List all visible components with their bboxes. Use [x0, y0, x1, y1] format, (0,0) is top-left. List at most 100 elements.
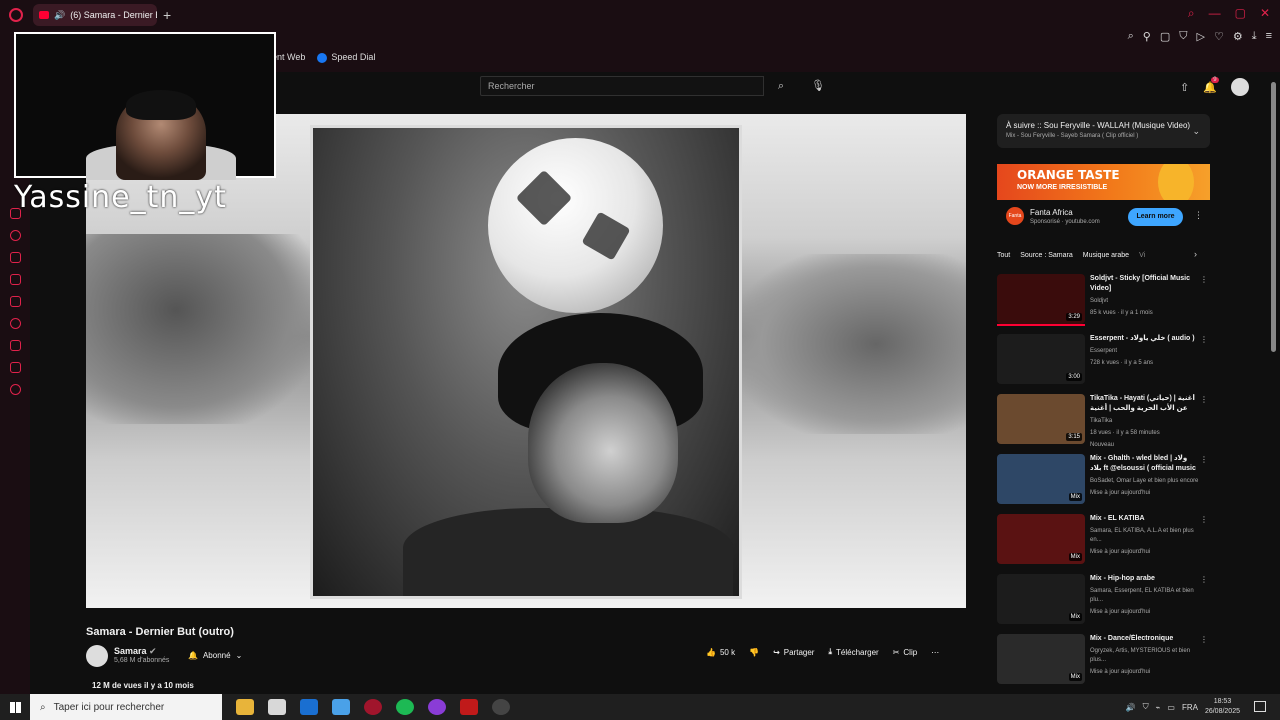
dislike-button[interactable]: 👎	[749, 648, 759, 657]
video-app-icon[interactable]	[460, 699, 478, 715]
sidebar-history-icon[interactable]	[10, 252, 21, 263]
scrollbar[interactable]	[1270, 72, 1278, 692]
channel-avatar[interactable]	[86, 645, 108, 667]
network-icon[interactable]: ⌁	[1156, 703, 1161, 712]
view-count-date[interactable]: 12 M de vues il y a 10 mois	[92, 681, 194, 690]
channel-name[interactable]: Samara ✔	[114, 646, 157, 657]
clip-button[interactable]: ✂ Clip	[893, 648, 917, 657]
advertiser-name[interactable]: Fanta Africa	[1030, 208, 1100, 217]
bookmark-web[interactable]: ent Web	[272, 52, 305, 62]
language-indicator[interactable]: FRA	[1182, 703, 1198, 712]
more-options-icon[interactable]: ⋮	[1200, 515, 1208, 524]
start-button[interactable]	[0, 694, 30, 720]
recommendation-thumbnail[interactable]: 3:00	[997, 334, 1085, 384]
ad-banner[interactable]: ORANGE TASTE NOW MORE IRRESISTIBLE	[997, 164, 1210, 200]
pin-icon[interactable]: ⚲	[1143, 30, 1151, 43]
menu-icon[interactable]: ≡	[1266, 30, 1272, 43]
share-button[interactable]: ↪ Partager	[773, 648, 814, 657]
taskbar-search[interactable]: ⌕ Taper ici pour rechercher	[30, 694, 222, 720]
obs-icon[interactable]	[492, 699, 510, 715]
chip-arabic-music[interactable]: Musique arabe	[1083, 252, 1129, 259]
file-explorer-icon[interactable]	[236, 699, 254, 715]
more-options-icon[interactable]: ⋮	[1200, 275, 1208, 284]
sidebar-games-icon[interactable]	[10, 296, 21, 307]
learn-more-button[interactable]: Learn more	[1128, 208, 1183, 226]
recommendation-thumbnail[interactable]: Mix	[997, 574, 1085, 624]
opera-taskbar-icon[interactable]	[364, 699, 382, 715]
search-input[interactable]: Rechercher	[480, 76, 764, 96]
search-icon[interactable]: ⌕	[766, 76, 796, 96]
recommendation-thumbnail[interactable]: 3:15	[997, 394, 1085, 444]
download-icon[interactable]: ⤓	[1252, 30, 1257, 43]
create-icon[interactable]: ⇧	[1180, 81, 1189, 94]
clock[interactable]: 18:53 26/08/2025	[1205, 697, 1240, 717]
volume-icon[interactable]: 🔊	[1126, 703, 1136, 712]
speaker-icon[interactable]: 🔊	[54, 10, 65, 21]
notifications-icon[interactable]: 🔔 9	[1203, 76, 1219, 94]
ad-more-icon[interactable]: ⋮	[1194, 210, 1203, 221]
zoom-icon[interactable]: ⌕	[1128, 30, 1134, 43]
recommendation-item[interactable]: 3:00 Esserpent - خلي ياولاد ( audio ) Esse…	[997, 332, 1210, 392]
active-tab[interactable]: 🔊 (6) Samara - Dernier B	[33, 4, 157, 26]
chevron-down-icon[interactable]: ⌄	[1192, 126, 1200, 137]
like-button[interactable]: 👍 50 k	[706, 648, 735, 657]
bookmark-speed-dial[interactable]: Speed Dial	[317, 52, 375, 63]
sidebar-settings-icon[interactable]	[10, 384, 21, 395]
recommendation-title[interactable]: Mix - Hip-hop arabe	[1090, 574, 1200, 584]
more-actions-icon[interactable]: ⋯	[931, 648, 939, 657]
sidebar-heart-icon[interactable]	[10, 230, 21, 241]
outlook-icon[interactable]	[300, 699, 318, 715]
play-icon[interactable]: ▷	[1196, 30, 1204, 43]
recommendation-item[interactable]: 3:15 TikaTika - Hayati (حياتي) | أغنية عن…	[997, 392, 1210, 452]
battery-icon[interactable]: ▭	[1167, 703, 1175, 712]
chevron-right-icon[interactable]: ›	[1194, 249, 1197, 259]
app-icon[interactable]	[332, 699, 350, 715]
sidebar-box-icon[interactable]	[10, 362, 21, 373]
close-button[interactable]: ✕	[1260, 6, 1270, 21]
subscribe-button[interactable]: 🔔 Abonné ⌄	[180, 647, 250, 663]
notification-center-icon[interactable]	[1254, 701, 1266, 712]
recommendation-title[interactable]: Mix - Ghalth - wled bled | ولاد بلاد ft …	[1090, 454, 1200, 474]
messenger-icon[interactable]	[428, 699, 446, 715]
recommendation-thumbnail[interactable]: Mix	[997, 634, 1085, 684]
recommendation-title[interactable]: Mix - EL KATIBA	[1090, 514, 1200, 524]
shield-icon[interactable]: ⛉	[1179, 30, 1187, 43]
store-icon[interactable]	[268, 699, 286, 715]
more-options-icon[interactable]: ⋮	[1200, 455, 1208, 464]
recommendation-item[interactable]: Mix Mix - Ghalth - wled bled | ولاد بلاد …	[997, 452, 1210, 512]
recommendation-item[interactable]: Mix Mix - Dance/Électronique Ogryzek, Arti…	[997, 632, 1210, 692]
download-button[interactable]: ⤓ Télécharger	[828, 647, 878, 657]
sidebar-download-icon[interactable]	[10, 340, 21, 351]
recommendation-item[interactable]: 3:29 Soldjvt - Sticky [Official Music Vid…	[997, 272, 1210, 332]
search-tabs-icon[interactable]: ⌕	[1188, 6, 1195, 21]
recommendation-title[interactable]: Soldjvt - Sticky [Official Music Video]	[1090, 274, 1200, 294]
more-options-icon[interactable]: ⋮	[1200, 335, 1208, 344]
recommendation-title[interactable]: TikaTika - Hayati (حياتي) | أغنية عن الأ…	[1090, 394, 1200, 414]
scrollbar-thumb[interactable]	[1271, 82, 1276, 352]
more-options-icon[interactable]: ⋮	[1200, 635, 1208, 644]
maximize-button[interactable]: ▢	[1235, 6, 1246, 21]
sidebar-clock-icon[interactable]	[10, 318, 21, 329]
minimize-button[interactable]: —	[1209, 6, 1221, 21]
recommendation-thumbnail[interactable]: 3:29	[997, 274, 1085, 324]
chip-all[interactable]: Tout	[997, 252, 1010, 259]
recommendation-item[interactable]: Mix Mix - Hip-hop arabe Samara, Esserpent,…	[997, 572, 1210, 632]
recommendation-title[interactable]: Esserpent - خلي ياولاد ( audio )	[1090, 334, 1200, 344]
sidebar-pin-icon[interactable]	[10, 274, 21, 285]
opera-logo-icon[interactable]	[9, 8, 23, 22]
account-avatar[interactable]	[1230, 78, 1249, 96]
chip-more[interactable]: Vi	[1139, 252, 1145, 259]
up-next-card[interactable]: À suivre :: Sou Feryville - WALLAH (Musi…	[997, 114, 1210, 148]
more-options-icon[interactable]: ⋮	[1200, 575, 1208, 584]
shield-tray-icon[interactable]: ⛉	[1143, 702, 1149, 712]
extensions-icon[interactable]: ⚙	[1233, 30, 1243, 43]
recommendation-item[interactable]: Mix Mix - EL KATIBA Samara, EL KATIBA, A.L…	[997, 512, 1210, 572]
recommendation-thumbnail[interactable]: Mix	[997, 454, 1085, 504]
advertiser-logo[interactable]: Fanta	[1006, 207, 1024, 225]
heart-icon[interactable]: ♡	[1214, 30, 1224, 43]
snapshot-icon[interactable]: ▢	[1160, 30, 1170, 43]
recommendation-thumbnail[interactable]: Mix	[997, 514, 1085, 564]
new-tab-button[interactable]: +	[163, 7, 171, 23]
microphone-icon[interactable]: 🎙	[810, 76, 826, 96]
more-options-icon[interactable]: ⋮	[1200, 395, 1208, 404]
